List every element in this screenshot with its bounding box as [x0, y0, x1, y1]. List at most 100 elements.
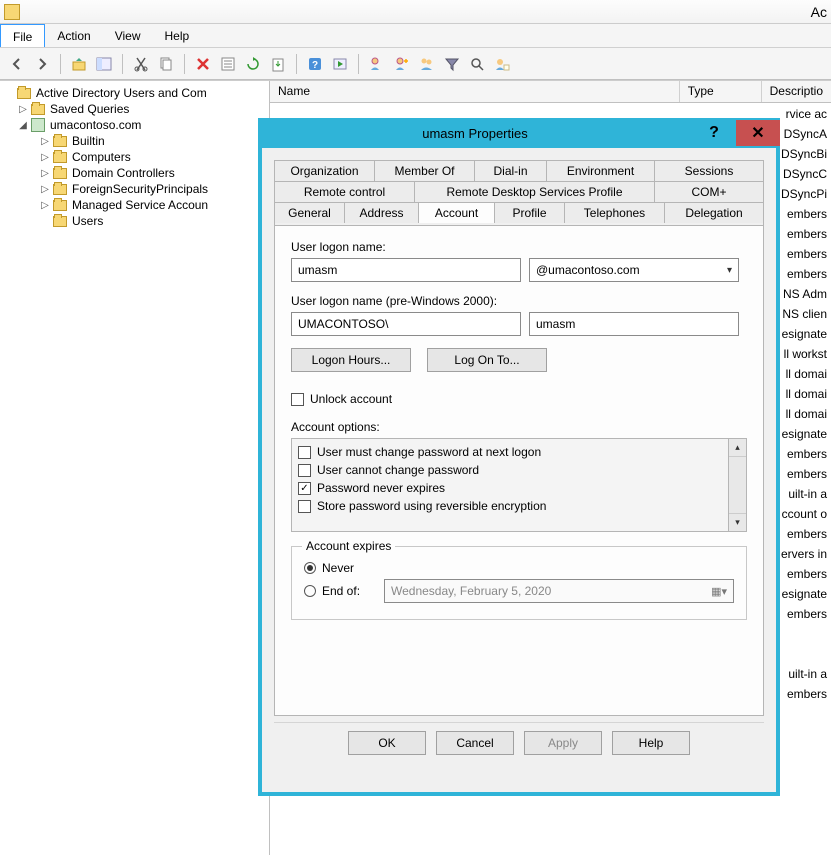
col-type[interactable]: Type — [680, 81, 762, 102]
tab-remote-desktop-services-profile[interactable]: Remote Desktop Services Profile — [415, 182, 655, 202]
ok-button[interactable]: OK — [348, 731, 426, 755]
filter-icon[interactable] — [441, 53, 463, 75]
dialog-buttons: OK Cancel Apply Help — [274, 722, 764, 759]
expires-never-label: Never — [322, 561, 354, 575]
checkbox-icon[interactable] — [298, 464, 311, 477]
tree: Active Directory Users and Com ▷ Saved Q… — [0, 81, 269, 233]
account-option-row[interactable]: ✓Password never expires — [298, 479, 722, 497]
radio-icon[interactable] — [304, 562, 316, 574]
tree-domain-controllers[interactable]: ▷ Domain Controllers — [2, 165, 267, 181]
folder-icon — [30, 102, 46, 116]
tab-address[interactable]: Address — [345, 203, 419, 223]
add-to-group-icon[interactable] — [491, 53, 513, 75]
dialog-help-button[interactable]: ? — [692, 120, 736, 146]
cancel-button[interactable]: Cancel — [436, 731, 514, 755]
account-expires-group: Account expires Never End of: Wednesday,… — [291, 546, 747, 620]
account-option-label: Store password using reversible encrypti… — [317, 499, 546, 513]
help-button[interactable]: Help — [612, 731, 690, 755]
tab-remote-control[interactable]: Remote control — [275, 182, 415, 202]
expires-endof-row[interactable]: End of: Wednesday, February 5, 2020 ▦▾ — [304, 579, 734, 603]
tree-label: Saved Queries — [50, 102, 129, 116]
add-user-icon[interactable] — [391, 53, 413, 75]
tree-fsp[interactable]: ▷ ForeignSecurityPrincipals — [2, 181, 267, 197]
find-icon[interactable] — [466, 53, 488, 75]
account-option-row[interactable]: User must change password at next logon — [298, 443, 722, 461]
menu-action[interactable]: Action — [45, 24, 102, 47]
logon-hours-button[interactable]: Logon Hours... — [291, 348, 411, 372]
account-option-row[interactable]: User cannot change password — [298, 461, 722, 479]
scroll-down-icon[interactable]: ▾ — [729, 513, 746, 531]
find-user-icon[interactable] — [366, 53, 388, 75]
account-options-label: Account options: — [291, 420, 747, 434]
tab-member-of[interactable]: Member Of — [375, 161, 475, 181]
expires-endof-label: End of: — [322, 584, 378, 598]
tree-domain[interactable]: ◢ umacontoso.com — [2, 117, 267, 133]
copy-icon[interactable] — [155, 53, 177, 75]
logon-name-input[interactable] — [291, 258, 521, 282]
folder-icon — [52, 150, 68, 164]
account-option-row[interactable]: Store password using reversible encrypti… — [298, 497, 722, 515]
tab-com-[interactable]: COM+ — [655, 182, 763, 202]
upn-suffix-combo[interactable]: @umacontoso.com ▾ — [529, 258, 739, 282]
logon-name-label: User logon name: — [291, 240, 747, 254]
tab-dial-in[interactable]: Dial-in — [475, 161, 547, 181]
tab-profile[interactable]: Profile — [495, 203, 565, 223]
scroll-up-icon[interactable]: ▴ — [729, 439, 746, 457]
menu-help[interactable]: Help — [153, 24, 202, 47]
expires-never-row[interactable]: Never — [304, 561, 734, 575]
checkbox-icon[interactable] — [298, 446, 311, 459]
properties-pane-icon[interactable] — [93, 53, 115, 75]
chevron-down-icon: ▾ — [727, 265, 732, 276]
folder-icon — [16, 86, 32, 100]
options-scrollbar[interactable]: ▴ ▾ — [728, 439, 746, 531]
unlock-account-row[interactable]: Unlock account — [291, 392, 747, 406]
export-icon[interactable] — [267, 53, 289, 75]
dialog-titlebar[interactable]: umasm Properties ? ✕ — [258, 118, 780, 148]
tree-users[interactable]: Users — [2, 213, 267, 229]
checkbox-icon[interactable] — [291, 393, 304, 406]
run-icon[interactable] — [329, 53, 351, 75]
tree-builtin[interactable]: ▷ Builtin — [2, 133, 267, 149]
col-desc[interactable]: Descriptio — [762, 81, 831, 102]
tree-root-label: Active Directory Users and Com — [36, 86, 207, 100]
toolbar: ? — [0, 48, 831, 80]
tree-label: Users — [72, 214, 103, 228]
tab-account[interactable]: Account — [419, 203, 495, 223]
tree-msa[interactable]: ▷ Managed Service Accoun — [2, 197, 267, 213]
tab-environment[interactable]: Environment — [547, 161, 655, 181]
checkbox-icon[interactable]: ✓ — [298, 482, 311, 495]
refresh-icon[interactable] — [242, 53, 264, 75]
dialog-title: umasm Properties — [258, 126, 692, 141]
menu-file[interactable]: File — [0, 24, 45, 47]
cut-icon[interactable] — [130, 53, 152, 75]
nav-back-icon[interactable] — [6, 53, 28, 75]
add-group-icon[interactable] — [416, 53, 438, 75]
checkbox-icon[interactable] — [298, 500, 311, 513]
radio-icon[interactable] — [304, 585, 316, 597]
tree-computers[interactable]: ▷ Computers — [2, 149, 267, 165]
account-options-box: User must change password at next logonU… — [291, 438, 747, 532]
delete-icon[interactable] — [192, 53, 214, 75]
properties-icon[interactable] — [217, 53, 239, 75]
tab-delegation[interactable]: Delegation — [665, 203, 763, 223]
tree-label: Computers — [72, 150, 131, 164]
tree-pane: Active Directory Users and Com ▷ Saved Q… — [0, 81, 270, 855]
account-expires-legend: Account expires — [302, 539, 395, 553]
tab-sessions[interactable]: Sessions — [655, 161, 763, 181]
main-titlebar: Ac — [0, 0, 831, 24]
tree-root[interactable]: Active Directory Users and Com — [2, 85, 267, 101]
tab-organization[interactable]: Organization — [275, 161, 375, 181]
tab-telephones[interactable]: Telephones — [565, 203, 665, 223]
tree-saved-queries[interactable]: ▷ Saved Queries — [2, 101, 267, 117]
log-on-to-button[interactable]: Log On To... — [427, 348, 547, 372]
menu-view[interactable]: View — [103, 24, 153, 47]
help-icon[interactable]: ? — [304, 53, 326, 75]
col-name[interactable]: Name — [270, 81, 680, 102]
expires-date-picker[interactable]: Wednesday, February 5, 2020 ▦▾ — [384, 579, 734, 603]
tab-general[interactable]: General — [275, 203, 345, 223]
apply-button[interactable]: Apply — [524, 731, 602, 755]
dialog-close-button[interactable]: ✕ — [736, 120, 780, 146]
nav-forward-icon[interactable] — [31, 53, 53, 75]
pre2k-user-input[interactable] — [529, 312, 739, 336]
up-icon[interactable] — [68, 53, 90, 75]
